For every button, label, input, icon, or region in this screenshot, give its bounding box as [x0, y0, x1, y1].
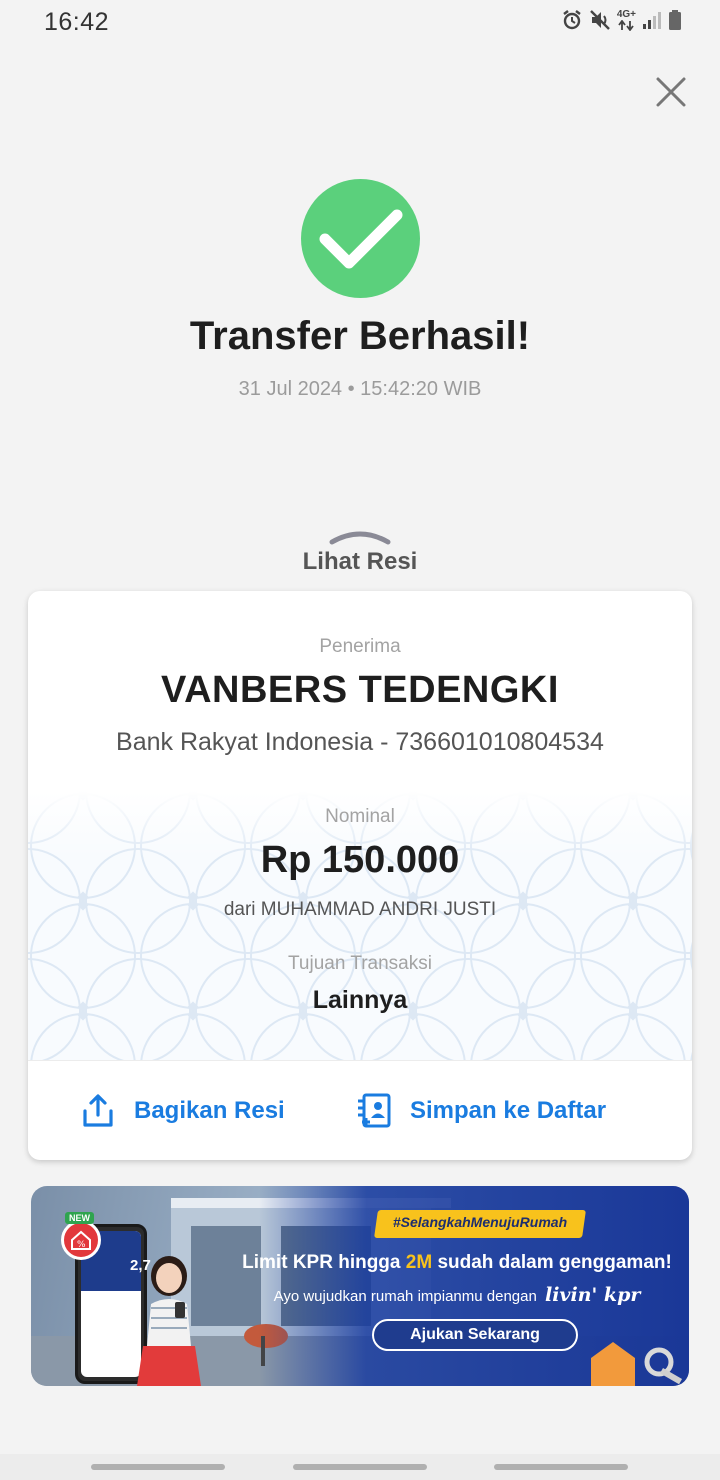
- purpose-label: Tujuan Transaksi: [288, 953, 432, 974]
- share-receipt-label: Bagikan Resi: [134, 1097, 285, 1124]
- new-badge: NEW: [65, 1212, 94, 1224]
- success-title: Transfer Berhasil!: [189, 314, 531, 358]
- chevron-up-icon[interactable]: [328, 528, 392, 546]
- transaction-purpose: Lainnya: [312, 986, 408, 1014]
- transfer-amount: Rp 150.000: [260, 839, 460, 881]
- sender-name: dari MUHAMMAD ANDRI JUSTI: [223, 899, 497, 920]
- data-arrows-icon: [618, 19, 634, 31]
- success-check-icon: [301, 179, 420, 298]
- nav-back-handle[interactable]: [494, 1464, 628, 1470]
- status-icons: 4G+: [561, 9, 682, 31]
- card-divider: [28, 1060, 692, 1061]
- alarm-icon: [563, 10, 581, 30]
- promo-badge: %: [61, 1220, 101, 1260]
- share-icon: [83, 1094, 113, 1127]
- transaction-timestamp: 31 Jul 2024 • 15:42:20 WIB: [238, 378, 482, 400]
- banner-headline: Limit KPR hingga 2M sudah dalam genggama…: [242, 1252, 672, 1273]
- recipient-bank-account: Bank Rakyat Indonesia - 736601010804534: [116, 728, 604, 756]
- svg-text:%: %: [77, 1240, 86, 1250]
- status-time: 16:42: [44, 8, 110, 36]
- save-to-list-label: Simpan ke Daftar: [410, 1097, 607, 1124]
- background-pattern: [28, 791, 692, 1061]
- add-contact-icon: [358, 1093, 391, 1128]
- banner-hashtag: #SelangkahMenujuRumah: [392, 1214, 568, 1230]
- close-button[interactable]: [652, 73, 690, 111]
- network-type: 4G+: [617, 9, 636, 31]
- banner-subtitle: Ayo wujudkan rumah impianmu dengan livin…: [273, 1284, 641, 1306]
- apply-now-button[interactable]: Ajukan Sekarang: [372, 1319, 578, 1351]
- view-receipt-toggle[interactable]: Lihat Resi: [0, 548, 720, 576]
- nav-home-handle[interactable]: [293, 1464, 427, 1470]
- signal-icon: [643, 12, 661, 29]
- home-percent-icon: %: [71, 1230, 91, 1250]
- close-icon: [656, 77, 686, 107]
- recipient-label: Penerima: [319, 636, 401, 657]
- mute-icon: [589, 10, 610, 30]
- share-receipt-button[interactable]: Bagikan Resi: [80, 1091, 285, 1131]
- status-bar: 16:42 4G+: [0, 0, 720, 46]
- livin-kpr-logo: livin' kpr: [544, 1284, 641, 1306]
- recipient-name: VANBERS TEDENGKI: [161, 669, 559, 711]
- kpr-promo-banner[interactable]: 2,7 % NEW #SelangkahMenujuRumah Limit KP…: [31, 1186, 689, 1386]
- house-keys-illustration: [591, 1342, 683, 1386]
- amount-label: Nominal: [325, 806, 395, 827]
- receipt-card: Penerima VANBERS TEDENGKI Bank Rakyat In…: [28, 591, 692, 1160]
- battery-icon: [669, 10, 681, 30]
- save-to-list-button[interactable]: Simpan ke Daftar: [356, 1091, 606, 1131]
- nav-recents-handle[interactable]: [91, 1464, 225, 1470]
- woman-with-phone-illustration: [137, 1256, 201, 1386]
